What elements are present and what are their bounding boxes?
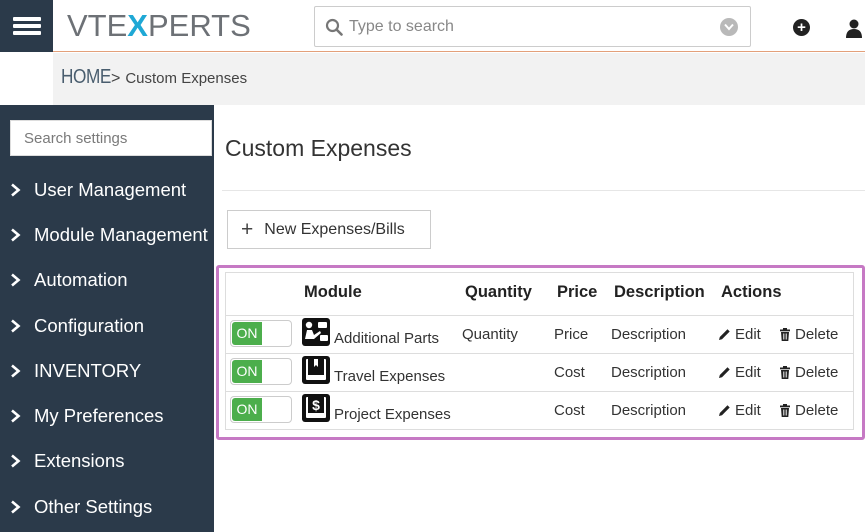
edit-label: Edit bbox=[735, 326, 761, 343]
sidebar-item-label: Other Settings bbox=[34, 496, 153, 517]
quantity-cell: Quantity bbox=[462, 326, 518, 343]
delete-button[interactable]: Delete bbox=[779, 326, 838, 343]
row-divider bbox=[225, 391, 854, 392]
module-name: Travel Expenses bbox=[334, 368, 446, 385]
sidebar-item-label: Extensions bbox=[34, 450, 125, 471]
description-cell: Description bbox=[611, 364, 687, 381]
chevron-right-icon bbox=[0, 500, 34, 514]
sidebar-item-label: Configuration bbox=[34, 315, 145, 336]
sidebar-item-label: Module Management bbox=[34, 224, 208, 245]
edit-label: Edit bbox=[735, 402, 761, 419]
delete-button[interactable]: Delete bbox=[779, 364, 838, 381]
pencil-icon bbox=[719, 367, 730, 378]
quick-create-plus-icon[interactable]: + bbox=[793, 19, 810, 36]
global-search-input[interactable] bbox=[343, 7, 720, 46]
price-cell: Price bbox=[554, 326, 589, 343]
module-name: Additional Parts bbox=[334, 330, 440, 347]
sidebar-item-label: User Management bbox=[34, 179, 187, 200]
search-icon bbox=[315, 7, 343, 46]
column-header-module: Module bbox=[304, 283, 362, 301]
parts-icon bbox=[301, 317, 331, 347]
breadcrumb: HOME > Custom Expenses bbox=[61, 66, 247, 89]
logo-text-right: PERTS bbox=[147, 8, 251, 43]
delete-label: Delete bbox=[795, 326, 839, 343]
pencil-icon bbox=[719, 329, 730, 340]
chevron-right-icon bbox=[0, 273, 34, 287]
chevron-right-icon bbox=[0, 228, 34, 242]
trash-icon bbox=[780, 404, 790, 417]
sidebar-item-configuration[interactable]: Configuration bbox=[0, 309, 214, 343]
logo-text-left: VTE bbox=[67, 8, 128, 43]
delete-label: Delete bbox=[795, 402, 839, 419]
dollar-book-icon: $ bbox=[301, 393, 331, 423]
sidebar-item-my-preferences[interactable]: My Preferences bbox=[0, 399, 214, 433]
status-toggle[interactable]: ON bbox=[230, 358, 292, 385]
breadcrumb-current: Custom Expenses bbox=[125, 70, 248, 87]
toggle-on-label: ON bbox=[232, 360, 262, 383]
sidebar-item-automation[interactable]: Automation bbox=[0, 263, 214, 297]
hamburger-menu-icon[interactable] bbox=[0, 0, 53, 52]
sidebar-item-label: INVENTORY bbox=[34, 360, 142, 381]
status-toggle[interactable]: ON bbox=[230, 396, 292, 423]
global-search bbox=[314, 6, 751, 47]
breadcrumb-separator: > bbox=[111, 70, 121, 87]
column-header-price: Price bbox=[557, 283, 598, 301]
toggle-on-label: ON bbox=[232, 398, 262, 421]
edit-button[interactable]: Edit bbox=[718, 364, 761, 381]
column-header-quantity: Quantity bbox=[465, 283, 532, 301]
new-expenses-button[interactable]: + New Expenses/Bills bbox=[227, 210, 431, 249]
trash-icon bbox=[780, 366, 790, 379]
sidebar-item-other-settings[interactable]: Other Settings bbox=[0, 490, 214, 524]
row-divider bbox=[225, 315, 854, 316]
new-expenses-button-label: New Expenses/Bills bbox=[264, 220, 405, 238]
user-profile-icon[interactable] bbox=[846, 18, 865, 38]
chevron-right-icon bbox=[0, 183, 34, 197]
logo-text-x: X bbox=[127, 8, 148, 43]
search-options-chevron-down-icon[interactable] bbox=[720, 17, 738, 36]
price-cell: Cost bbox=[554, 364, 585, 381]
vtexperts-logo[interactable]: VTE X PERTS bbox=[67, 8, 251, 44]
module-name: Project Expenses bbox=[334, 406, 451, 423]
sidebar-item-label: Automation bbox=[34, 269, 128, 290]
settings-search-input[interactable] bbox=[10, 120, 212, 156]
edit-button[interactable]: Edit bbox=[718, 326, 761, 343]
breadcrumb-home-link[interactable]: HOME bbox=[61, 66, 111, 89]
chevron-right-icon bbox=[0, 319, 34, 333]
price-cell: Cost bbox=[554, 402, 585, 419]
sidebar-item-extensions[interactable]: Extensions bbox=[0, 444, 214, 478]
description-cell: Description bbox=[611, 326, 687, 343]
page-title: Custom Expenses bbox=[225, 135, 412, 161]
title-divider bbox=[222, 190, 865, 191]
chevron-right-icon bbox=[0, 409, 34, 423]
status-toggle[interactable]: ON bbox=[230, 320, 292, 347]
delete-button[interactable]: Delete bbox=[779, 402, 838, 419]
book-icon bbox=[301, 355, 331, 385]
chevron-right-icon bbox=[0, 454, 34, 468]
description-cell: Description bbox=[611, 402, 687, 419]
plus-icon: + bbox=[241, 218, 254, 241]
edit-button[interactable]: Edit bbox=[718, 402, 761, 419]
row-divider bbox=[225, 353, 854, 354]
top-bar: VTEXPERTS + bbox=[0, 0, 865, 52]
sidebar-item-module-management[interactable]: Module Management bbox=[0, 218, 214, 252]
edit-label: Edit bbox=[735, 364, 761, 381]
sidebar-item-inventory[interactable]: INVENTORY bbox=[0, 354, 214, 388]
column-header-description: Description bbox=[614, 283, 705, 301]
settings-sidebar: User Management Module Management Automa… bbox=[0, 105, 214, 532]
chevron-right-icon bbox=[0, 364, 34, 378]
toggle-on-label: ON bbox=[232, 322, 262, 345]
trash-icon bbox=[780, 328, 790, 341]
column-header-actions: Actions bbox=[721, 283, 782, 301]
sidebar-item-label: My Preferences bbox=[34, 405, 164, 426]
svg-text:$: $ bbox=[312, 397, 320, 413]
delete-label: Delete bbox=[795, 364, 839, 381]
pencil-icon bbox=[719, 405, 730, 416]
sidebar-item-user-management[interactable]: User Management bbox=[0, 173, 214, 207]
